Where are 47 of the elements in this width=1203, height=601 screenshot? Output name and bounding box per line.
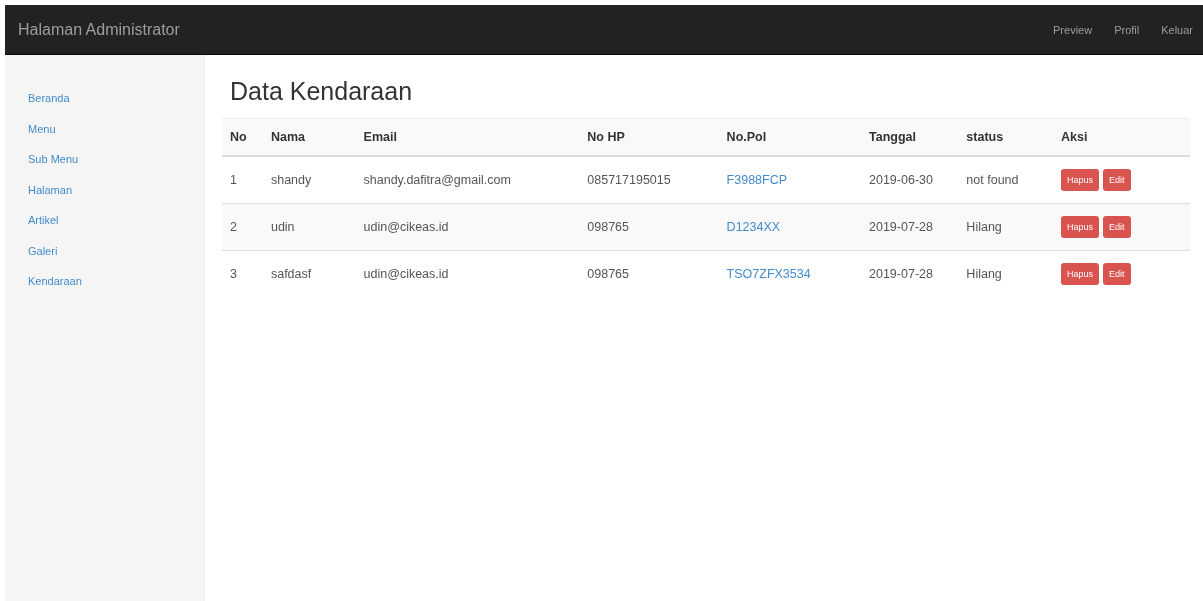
sidebar-item[interactable]: Halaman (5, 174, 204, 205)
table-cell: 085717195015 (579, 156, 719, 204)
edit-button[interactable]: Edit (1103, 169, 1131, 191)
brand-title[interactable]: Halaman Administrator (18, 20, 1053, 39)
table-cell: 3 (222, 250, 263, 297)
sidebar-item[interactable]: Sub Menu (5, 144, 204, 175)
sidebar-item[interactable]: Kendaraan (5, 266, 204, 297)
column-header: Aksi (1052, 118, 1190, 156)
table-cell: 2019-06-30 (861, 156, 959, 204)
table-cell: 098765 (579, 203, 719, 251)
table-cell: 2019-07-28 (861, 250, 959, 297)
edit-button[interactable]: Edit (1103, 263, 1131, 285)
table-cell: udin@cikeas.id (355, 250, 580, 297)
table-cell: safdasf (262, 250, 356, 297)
nav-link[interactable]: Profil (1114, 23, 1140, 36)
table-cell: 2019-07-28 (861, 203, 959, 251)
delete-button[interactable]: Hapus (1060, 216, 1099, 238)
column-header: No HP (579, 118, 719, 156)
edit-button[interactable]: Edit (1103, 216, 1131, 238)
column-header: status (958, 118, 1053, 156)
plate-link[interactable]: F3988FCP (726, 173, 788, 187)
table-cell: not found (958, 156, 1053, 204)
sidebar-item[interactable]: Menu (5, 113, 204, 144)
table-cell: 098765 (579, 250, 719, 297)
delete-button[interactable]: Hapus (1060, 263, 1099, 285)
table-cell: 1 (222, 156, 263, 204)
column-header: Nama (262, 118, 356, 156)
column-header: No (222, 118, 263, 156)
plate-link[interactable]: D1234XX (726, 220, 781, 234)
table-cell: udin@cikeas.id (355, 203, 580, 251)
sidebar-item[interactable]: Artikel (5, 205, 204, 236)
plate-link[interactable]: TSO7ZFX3534 (726, 267, 811, 281)
column-header: Email (355, 118, 580, 156)
delete-button[interactable]: Hapus (1060, 169, 1099, 191)
table-cell: 2 (222, 203, 263, 251)
sidebar-item[interactable]: Beranda (5, 83, 204, 114)
table-cell: Hilang (958, 250, 1053, 297)
nav-link[interactable]: Preview (1053, 23, 1093, 36)
column-header: Tanggal (861, 118, 959, 156)
sidebar-item[interactable]: Galeri (5, 235, 204, 266)
table-cell: shandy (262, 156, 356, 204)
table-cell: udin (262, 203, 356, 251)
table-cell: Hilang (958, 203, 1053, 251)
table-cell: shandy.dafitra@gmail.com (355, 156, 580, 204)
page-title: Data Kendaraan (230, 77, 414, 106)
nav-link[interactable]: Keluar (1161, 23, 1193, 36)
column-header: No.Pol (718, 118, 861, 156)
